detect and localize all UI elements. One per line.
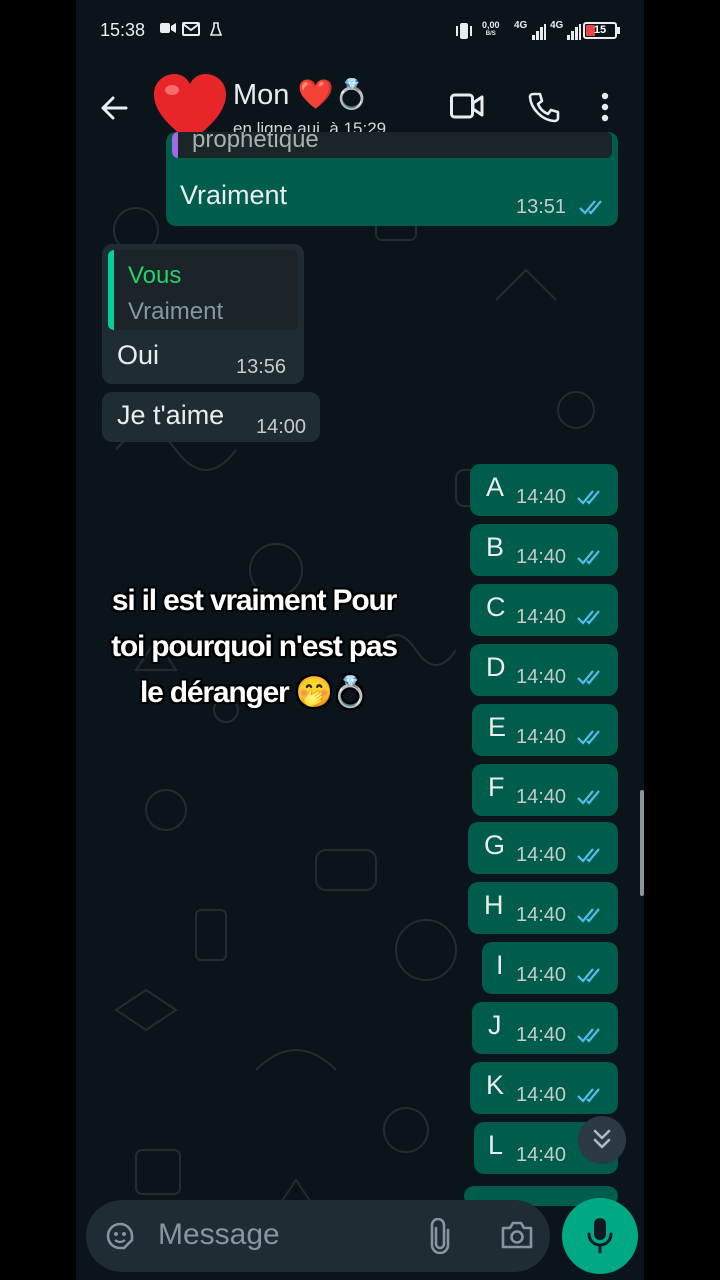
double-check-icon: [579, 200, 602, 215]
back-arrow-icon[interactable]: [96, 90, 132, 126]
message-time: 14:00: [256, 416, 307, 438]
message-time: 13:56: [236, 356, 287, 378]
quote-author: Vous: [128, 262, 182, 289]
double-check-icon: [577, 490, 600, 505]
message-text: C: [486, 592, 506, 622]
caption-line: toi pourquoi n'est pas: [111, 630, 398, 663]
double-check-icon: [577, 968, 600, 983]
more-vert-icon[interactable]: [600, 91, 610, 123]
signal-bars-icon: [567, 24, 581, 40]
message-bubble-out[interactable]: E 14:40: [472, 704, 618, 756]
message-text: Vraiment: [180, 180, 288, 210]
double-check-icon: [577, 1028, 600, 1043]
message-text: L: [488, 1130, 504, 1160]
message-text: H: [484, 890, 504, 920]
message-time: 14:40: [516, 546, 567, 568]
quoted-message[interactable]: Vous Vraiment: [108, 250, 298, 330]
mail-icon: [182, 22, 200, 36]
message-time: 14:40: [516, 786, 567, 808]
message-text: Je t'aime: [117, 400, 225, 430]
status-time: 15:38: [100, 20, 146, 40]
microphone-icon: [587, 1218, 613, 1254]
signal-label-2: 4G: [550, 20, 564, 31]
scroll-to-bottom-button[interactable]: [578, 1116, 626, 1164]
message-time: 14:40: [516, 964, 567, 986]
message-bubble-out[interactable]: F 14:40: [472, 764, 618, 816]
status-bar: 15:38 0,00 B/S 4G 4G 15: [76, 0, 644, 64]
message-bubble-out[interactable]: prophétique Vraiment 13:51: [166, 132, 618, 226]
battery-tip: [617, 27, 620, 34]
message-time: 14:40: [516, 1024, 567, 1046]
overlay-caption: si il est vraiment Pour toi pourquoi n'e…: [76, 578, 432, 716]
message-time: 14:40: [516, 904, 567, 926]
message-bubble-out[interactable]: B 14:40: [470, 524, 618, 576]
message-bubble-out[interactable]: A 14:40: [470, 464, 618, 516]
message-bubble-in[interactable]: Je t'aime 14:00: [102, 392, 320, 442]
message-text: I: [496, 950, 504, 980]
quote-text: Vraiment: [128, 298, 224, 325]
double-check-icon: [577, 908, 600, 923]
double-check-icon: [577, 670, 600, 685]
message-time: 14:40: [516, 1144, 567, 1166]
message-bubble-out[interactable]: H 14:40: [468, 882, 618, 934]
message-text: B: [486, 532, 505, 562]
lab-flask-icon: [210, 22, 222, 36]
chat-screen: 15:38 0,00 B/S 4G 4G 15 Mon ❤️💍 en ligne …: [76, 0, 644, 1280]
network-speed: 0,00 B/S: [482, 20, 500, 38]
caption-line: le déranger 🤭💍: [140, 676, 369, 709]
signal-bars-icon: [532, 24, 546, 40]
message-text: J: [488, 1010, 502, 1040]
paperclip-icon[interactable]: [428, 1218, 452, 1254]
signal-label-1: 4G: [514, 20, 528, 31]
message-text: Oui: [117, 340, 160, 370]
double-check-icon: [577, 1088, 600, 1103]
message-text: E: [488, 712, 507, 742]
message-time: 14:40: [516, 726, 567, 748]
double-check-icon: [577, 730, 600, 745]
video-camera-icon[interactable]: [450, 91, 484, 121]
message-input[interactable]: Message: [158, 1218, 280, 1252]
message-time: 14:40: [516, 1084, 567, 1106]
vibrate-icon: [456, 23, 472, 39]
quoted-message[interactable]: prophétique: [172, 132, 612, 158]
phone-icon[interactable]: [528, 91, 560, 123]
message-text: D: [486, 652, 506, 682]
double-check-icon: [577, 550, 600, 565]
message-input-bar[interactable]: Message: [86, 1200, 550, 1272]
message-time: 14:40: [516, 486, 567, 508]
caption-line: si il est vraiment Pour: [111, 584, 397, 617]
message-bubble-out[interactable]: D 14:40: [470, 644, 618, 696]
message-time: 13:51: [516, 196, 567, 218]
message-bubble-out[interactable]: G 14:40: [468, 822, 618, 874]
message-text: K: [486, 1070, 505, 1100]
message-bubble-out[interactable]: J 14:40: [472, 1002, 618, 1054]
contact-name[interactable]: Mon ❤️💍: [233, 78, 370, 112]
message-text: F: [488, 772, 505, 802]
message-bubble-out[interactable]: C 14:40: [470, 584, 618, 636]
message-time: 14:40: [516, 844, 567, 866]
video-record-icon: [160, 23, 176, 33]
message-bubble-out[interactable]: I 14:40: [482, 942, 618, 994]
voice-record-button[interactable]: [562, 1198, 638, 1274]
double-chevron-down-icon: [593, 1129, 611, 1149]
double-check-icon: [577, 848, 600, 863]
message-bubble-out[interactable]: K 14:40: [470, 1062, 618, 1114]
battery-icon: 15: [583, 22, 617, 39]
message-bubble-in[interactable]: Vous Vraiment Oui 13:56: [102, 244, 304, 384]
camera-icon[interactable]: [500, 1220, 534, 1250]
message-text: G: [484, 830, 506, 860]
quoted-text: prophétique: [192, 132, 319, 153]
message-time: 14:40: [516, 606, 567, 628]
message-text: A: [486, 472, 505, 502]
message-time: 14:40: [516, 666, 567, 688]
sticker-icon[interactable]: [104, 1220, 136, 1252]
double-check-icon: [577, 610, 600, 625]
double-check-icon: [577, 790, 600, 805]
scrollbar-thumb[interactable]: [640, 790, 644, 896]
